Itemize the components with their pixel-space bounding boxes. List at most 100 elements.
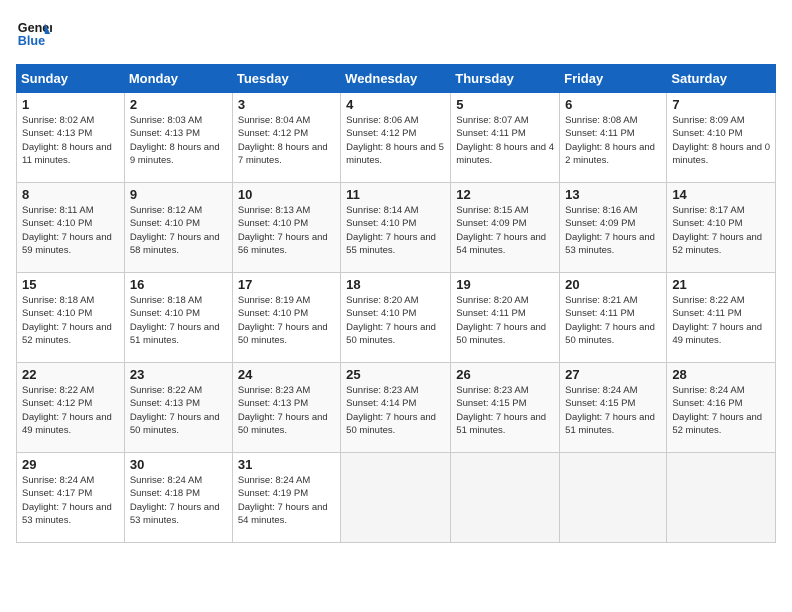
- calendar-day-23: 23Sunrise: 8:22 AMSunset: 4:13 PMDayligh…: [124, 363, 232, 453]
- day-info: Sunrise: 8:09 AMSunset: 4:10 PMDaylight:…: [672, 114, 770, 167]
- weekday-header-saturday: Saturday: [667, 65, 776, 93]
- calendar-week-5: 29 Sunrise: 8:24 AMSunset: 4:17 PMDayligh…: [17, 453, 776, 543]
- day-number: 24: [238, 367, 335, 382]
- calendar-day-12: 12 Sunrise: 8:15 AMSunset: 4:09 PMDayligh…: [451, 183, 560, 273]
- calendar-day-9: 9 Sunrise: 8:12 AMSunset: 4:10 PMDaylight…: [124, 183, 232, 273]
- day-info: Sunrise: 8:24 AMSunset: 4:17 PMDaylight:…: [22, 474, 119, 527]
- day-info: Sunrise: 8:23 AMSunset: 4:14 PMDaylight:…: [346, 384, 445, 437]
- weekday-header-sunday: Sunday: [17, 65, 125, 93]
- day-number: 19: [456, 277, 554, 292]
- calendar-day-16: 16 Sunrise: 8:18 AMSunset: 4:10 PMDayligh…: [124, 273, 232, 363]
- day-number: 22: [22, 367, 119, 382]
- day-info: Sunrise: 8:24 AMSunset: 4:16 PMDaylight:…: [672, 384, 770, 437]
- day-number: 17: [238, 277, 335, 292]
- calendar-day-21: 21 Sunrise: 8:22 AMSunset: 4:11 PMDayligh…: [667, 273, 776, 363]
- calendar-day-26: 26Sunrise: 8:23 AMSunset: 4:15 PMDayligh…: [451, 363, 560, 453]
- weekday-header-tuesday: Tuesday: [232, 65, 340, 93]
- day-number: 26: [456, 367, 554, 382]
- day-info: Sunrise: 8:23 AMSunset: 4:13 PMDaylight:…: [238, 384, 335, 437]
- day-info: Sunrise: 8:19 AMSunset: 4:10 PMDaylight:…: [238, 294, 335, 347]
- calendar-day-8: 8Sunrise: 8:11 AMSunset: 4:10 PMDaylight…: [17, 183, 125, 273]
- calendar-day-2: 2 Sunrise: 8:03 AMSunset: 4:13 PMDaylight…: [124, 93, 232, 183]
- day-number: 20: [565, 277, 661, 292]
- calendar-day-20: 20 Sunrise: 8:21 AMSunset: 4:11 PMDayligh…: [560, 273, 667, 363]
- day-info: Sunrise: 8:08 AMSunset: 4:11 PMDaylight:…: [565, 114, 661, 167]
- day-number: 18: [346, 277, 445, 292]
- day-number: 16: [130, 277, 227, 292]
- calendar-day-29: 29 Sunrise: 8:24 AMSunset: 4:17 PMDayligh…: [17, 453, 125, 543]
- calendar-day-3: 3Sunrise: 8:04 AMSunset: 4:12 PMDaylight…: [232, 93, 340, 183]
- day-number: 10: [238, 187, 335, 202]
- day-number: 13: [565, 187, 661, 202]
- day-info: Sunrise: 8:21 AMSunset: 4:11 PMDaylight:…: [565, 294, 661, 347]
- day-number: 7: [672, 97, 770, 112]
- logo: General Blue: [16, 16, 52, 52]
- day-number: 30: [130, 457, 227, 472]
- day-info: Sunrise: 8:14 AMSunset: 4:10 PMDaylight:…: [346, 204, 445, 257]
- day-number: 9: [130, 187, 227, 202]
- calendar-day-31: 31Sunrise: 8:24 AMSunset: 4:19 PMDayligh…: [232, 453, 340, 543]
- calendar-day-7: 7 Sunrise: 8:09 AMSunset: 4:10 PMDaylight…: [667, 93, 776, 183]
- day-info: Sunrise: 8:15 AMSunset: 4:09 PMDaylight:…: [456, 204, 554, 257]
- calendar-day-30: 30 Sunrise: 8:24 AMSunset: 4:18 PMDayligh…: [124, 453, 232, 543]
- day-info: Sunrise: 8:24 AMSunset: 4:18 PMDaylight:…: [130, 474, 227, 527]
- day-number: 27: [565, 367, 661, 382]
- day-info: Sunrise: 8:17 AMSunset: 4:10 PMDaylight:…: [672, 204, 770, 257]
- day-number: 14: [672, 187, 770, 202]
- page-header: General Blue: [16, 16, 776, 52]
- calendar-day-1: 1 Sunrise: 8:02 AMSunset: 4:13 PMDaylight…: [17, 93, 125, 183]
- empty-cell: [341, 453, 451, 543]
- calendar-week-4: 22 Sunrise: 8:22 AMSunset: 4:12 PMDayligh…: [17, 363, 776, 453]
- day-info: Sunrise: 8:13 AMSunset: 4:10 PMDaylight:…: [238, 204, 335, 257]
- calendar-week-3: 15 Sunrise: 8:18 AMSunset: 4:10 PMDayligh…: [17, 273, 776, 363]
- day-number: 12: [456, 187, 554, 202]
- day-info: Sunrise: 8:22 AMSunset: 4:11 PMDaylight:…: [672, 294, 770, 347]
- calendar-table: SundayMondayTuesdayWednesdayThursdayFrid…: [16, 64, 776, 543]
- day-info: Sunrise: 8:22 AMSunset: 4:12 PMDaylight:…: [22, 384, 119, 437]
- calendar-day-22: 22 Sunrise: 8:22 AMSunset: 4:12 PMDayligh…: [17, 363, 125, 453]
- calendar-day-19: 19Sunrise: 8:20 AMSunset: 4:11 PMDayligh…: [451, 273, 560, 363]
- empty-cell: [667, 453, 776, 543]
- calendar-day-6: 6Sunrise: 8:08 AMSunset: 4:11 PMDaylight…: [560, 93, 667, 183]
- empty-cell: [451, 453, 560, 543]
- day-info: Sunrise: 8:03 AMSunset: 4:13 PMDaylight:…: [130, 114, 227, 167]
- day-info: Sunrise: 8:20 AMSunset: 4:10 PMDaylight:…: [346, 294, 445, 347]
- logo-icon: General Blue: [16, 16, 52, 52]
- day-info: Sunrise: 8:12 AMSunset: 4:10 PMDaylight:…: [130, 204, 227, 257]
- calendar-day-17: 17 Sunrise: 8:19 AMSunset: 4:10 PMDayligh…: [232, 273, 340, 363]
- day-info: Sunrise: 8:16 AMSunset: 4:09 PMDaylight:…: [565, 204, 661, 257]
- day-number: 15: [22, 277, 119, 292]
- calendar-day-5: 5Sunrise: 8:07 AMSunset: 4:11 PMDaylight…: [451, 93, 560, 183]
- day-number: 23: [130, 367, 227, 382]
- day-info: Sunrise: 8:04 AMSunset: 4:12 PMDaylight:…: [238, 114, 335, 167]
- day-info: Sunrise: 8:07 AMSunset: 4:11 PMDaylight:…: [456, 114, 554, 167]
- day-info: Sunrise: 8:06 AMSunset: 4:12 PMDaylight:…: [346, 114, 445, 167]
- calendar-day-4: 4 Sunrise: 8:06 AMSunset: 4:12 PMDaylight…: [341, 93, 451, 183]
- calendar-week-1: 1 Sunrise: 8:02 AMSunset: 4:13 PMDaylight…: [17, 93, 776, 183]
- calendar-day-27: 27Sunrise: 8:24 AMSunset: 4:15 PMDayligh…: [560, 363, 667, 453]
- calendar-day-18: 18 Sunrise: 8:20 AMSunset: 4:10 PMDayligh…: [341, 273, 451, 363]
- day-number: 2: [130, 97, 227, 112]
- svg-text:Blue: Blue: [18, 34, 45, 48]
- day-info: Sunrise: 8:02 AMSunset: 4:13 PMDaylight:…: [22, 114, 119, 167]
- day-number: 1: [22, 97, 119, 112]
- day-number: 29: [22, 457, 119, 472]
- day-number: 4: [346, 97, 445, 112]
- calendar-day-24: 24 Sunrise: 8:23 AMSunset: 4:13 PMDayligh…: [232, 363, 340, 453]
- calendar-day-14: 14 Sunrise: 8:17 AMSunset: 4:10 PMDayligh…: [667, 183, 776, 273]
- calendar-week-2: 8Sunrise: 8:11 AMSunset: 4:10 PMDaylight…: [17, 183, 776, 273]
- calendar-day-15: 15 Sunrise: 8:18 AMSunset: 4:10 PMDayligh…: [17, 273, 125, 363]
- day-number: 21: [672, 277, 770, 292]
- day-info: Sunrise: 8:18 AMSunset: 4:10 PMDaylight:…: [130, 294, 227, 347]
- empty-cell: [560, 453, 667, 543]
- day-info: Sunrise: 8:18 AMSunset: 4:10 PMDaylight:…: [22, 294, 119, 347]
- calendar-day-25: 25 Sunrise: 8:23 AMSunset: 4:14 PMDayligh…: [341, 363, 451, 453]
- day-number: 8: [22, 187, 119, 202]
- weekday-header-row: SundayMondayTuesdayWednesdayThursdayFrid…: [17, 65, 776, 93]
- day-number: 25: [346, 367, 445, 382]
- calendar-day-10: 10 Sunrise: 8:13 AMSunset: 4:10 PMDayligh…: [232, 183, 340, 273]
- day-info: Sunrise: 8:24 AMSunset: 4:19 PMDaylight:…: [238, 474, 335, 527]
- weekday-header-thursday: Thursday: [451, 65, 560, 93]
- calendar-day-13: 13 Sunrise: 8:16 AMSunset: 4:09 PMDayligh…: [560, 183, 667, 273]
- calendar-day-28: 28Sunrise: 8:24 AMSunset: 4:16 PMDayligh…: [667, 363, 776, 453]
